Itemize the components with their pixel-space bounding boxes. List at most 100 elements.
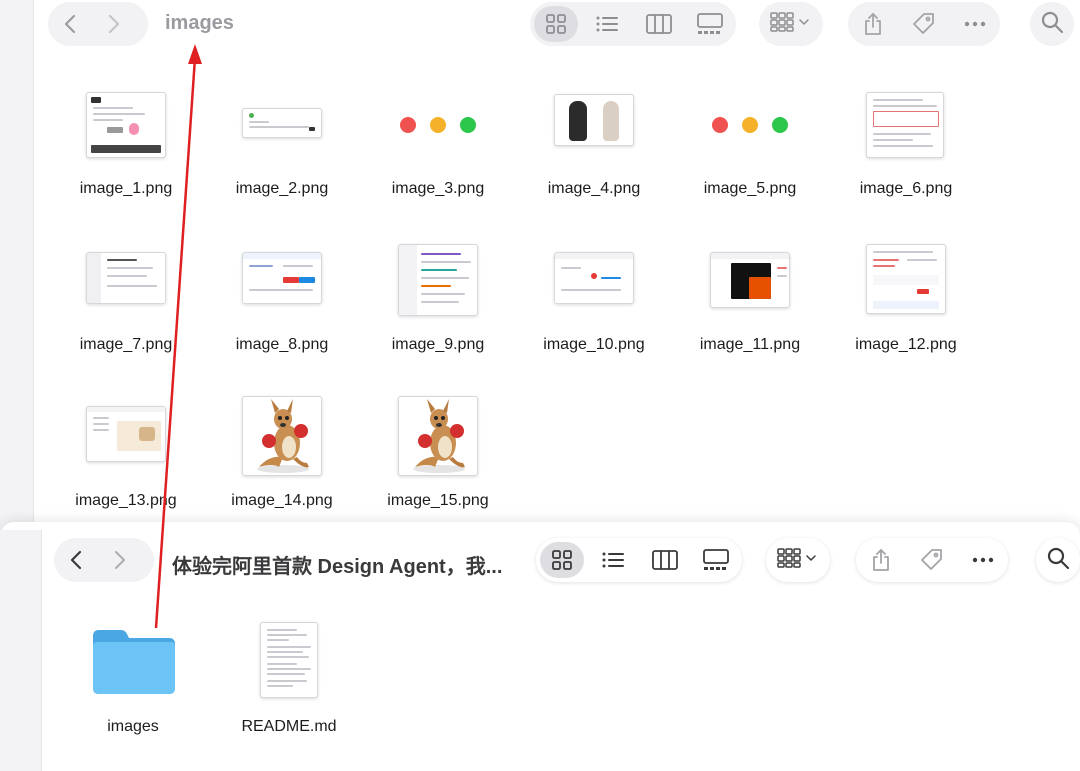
back-icon — [69, 549, 83, 571]
file-thumbnail — [398, 244, 478, 316]
file-item[interactable]: image_12.png — [828, 240, 984, 396]
document-icon — [260, 622, 318, 698]
more-icon — [972, 557, 994, 563]
group-icon — [769, 11, 813, 38]
list-view-button[interactable] — [591, 538, 635, 582]
file-thumbnail — [710, 252, 790, 308]
view-switcher — [530, 2, 736, 46]
file-name: image_12.png — [855, 336, 957, 353]
gallery-view-button[interactable] — [694, 538, 738, 582]
share-icon — [863, 12, 883, 36]
file-thumbnail — [86, 406, 166, 462]
back-button[interactable] — [54, 538, 98, 582]
file-name: image_3.png — [391, 180, 485, 197]
file-name: image_1.png — [79, 180, 173, 197]
forward-icon — [113, 549, 127, 571]
gallery-view-button[interactable] — [688, 2, 732, 46]
view-switcher — [536, 538, 742, 582]
file-name: image_4.png — [547, 180, 641, 197]
file-thumbnail — [242, 108, 322, 138]
more-button[interactable] — [953, 2, 997, 46]
tag-button[interactable] — [910, 538, 954, 582]
more-button[interactable] — [961, 538, 1005, 582]
file-item-readme[interactable]: README.md — [209, 618, 369, 768]
file-thumbnail — [866, 244, 946, 314]
file-thumbnail — [242, 252, 322, 304]
forward-button[interactable] — [92, 2, 136, 46]
file-grid: image_1.png image_2.png image_3.png imag… — [48, 84, 984, 524]
file-name: image_5.png — [703, 180, 797, 197]
column-view-button[interactable] — [643, 538, 687, 582]
kangaroo-thumbnail — [242, 396, 322, 476]
file-name: image_13.png — [75, 492, 177, 509]
file-thumbnail — [86, 252, 166, 304]
traffic-lights-thumbnail — [710, 92, 790, 158]
search-icon — [1040, 10, 1064, 39]
file-item[interactable]: image_4.png — [516, 84, 672, 240]
file-item[interactable]: image_5.png — [672, 84, 828, 240]
file-item[interactable]: image_6.png — [828, 84, 984, 240]
group-button[interactable] — [766, 538, 830, 582]
actions-group — [856, 538, 1008, 582]
file-name: image_2.png — [235, 180, 329, 197]
window-title: 体验完阿里首款 Design Agent，我... — [172, 556, 503, 578]
file-name: image_7.png — [79, 336, 173, 353]
file-item[interactable]: image_7.png — [48, 240, 204, 396]
folder-name: images — [107, 718, 159, 735]
file-thumbnail — [866, 92, 944, 158]
forward-icon — [107, 13, 121, 35]
icon-view-button[interactable] — [533, 6, 578, 42]
list-view-button[interactable] — [585, 2, 629, 46]
search-icon — [1046, 546, 1070, 575]
gallery-view-icon — [703, 549, 730, 571]
tag-icon — [912, 12, 936, 36]
group-button[interactable] — [759, 2, 823, 46]
file-name: image_11.png — [699, 336, 801, 353]
actions-group — [848, 2, 1000, 46]
sidebar — [0, 530, 42, 771]
file-name: image_8.png — [235, 336, 329, 353]
column-view-button[interactable] — [637, 2, 681, 46]
folder-icon — [91, 626, 177, 701]
file-thumbnail — [554, 94, 634, 146]
file-item[interactable]: image_8.png — [204, 240, 360, 396]
file-name: image_15.png — [387, 492, 489, 509]
file-name: image_9.png — [391, 336, 485, 353]
file-name: image_6.png — [859, 180, 953, 197]
list-view-icon — [595, 14, 619, 34]
finder-window-images: images image_1.png image_2.png image_3.p… — [0, 0, 1080, 530]
file-name: image_14.png — [231, 492, 333, 509]
file-name: README.md — [241, 718, 337, 735]
list-view-icon — [601, 550, 625, 570]
file-thumbnail — [86, 92, 166, 158]
kangaroo-thumbnail — [398, 396, 478, 476]
folder-item-images[interactable]: images — [53, 618, 213, 768]
nav-button-group — [48, 2, 148, 46]
file-item[interactable]: image_1.png — [48, 84, 204, 240]
search-button[interactable] — [1030, 2, 1074, 46]
file-item[interactable]: image_2.png — [204, 84, 360, 240]
share-button[interactable] — [859, 538, 903, 582]
icon-view-button[interactable] — [539, 542, 584, 578]
back-icon — [63, 13, 77, 35]
back-button[interactable] — [48, 2, 92, 46]
file-thumbnail — [554, 252, 634, 304]
search-button[interactable] — [1036, 538, 1080, 582]
share-icon — [871, 548, 891, 572]
gallery-view-icon — [697, 13, 724, 35]
nav-button-group — [54, 538, 154, 582]
traffic-lights-thumbnail — [398, 92, 478, 158]
icon-view-icon — [545, 13, 567, 35]
sidebar — [0, 0, 34, 530]
file-item[interactable]: image_10.png — [516, 240, 672, 396]
column-view-icon — [645, 14, 672, 34]
file-item[interactable]: image_3.png — [360, 84, 516, 240]
file-item[interactable]: image_11.png — [672, 240, 828, 396]
column-view-icon — [651, 550, 678, 570]
forward-button[interactable] — [98, 538, 142, 582]
file-name: image_10.png — [543, 336, 645, 353]
share-button[interactable] — [851, 2, 895, 46]
file-item[interactable]: image_9.png — [360, 240, 516, 396]
tag-button[interactable] — [902, 2, 946, 46]
icon-view-icon — [551, 549, 573, 571]
